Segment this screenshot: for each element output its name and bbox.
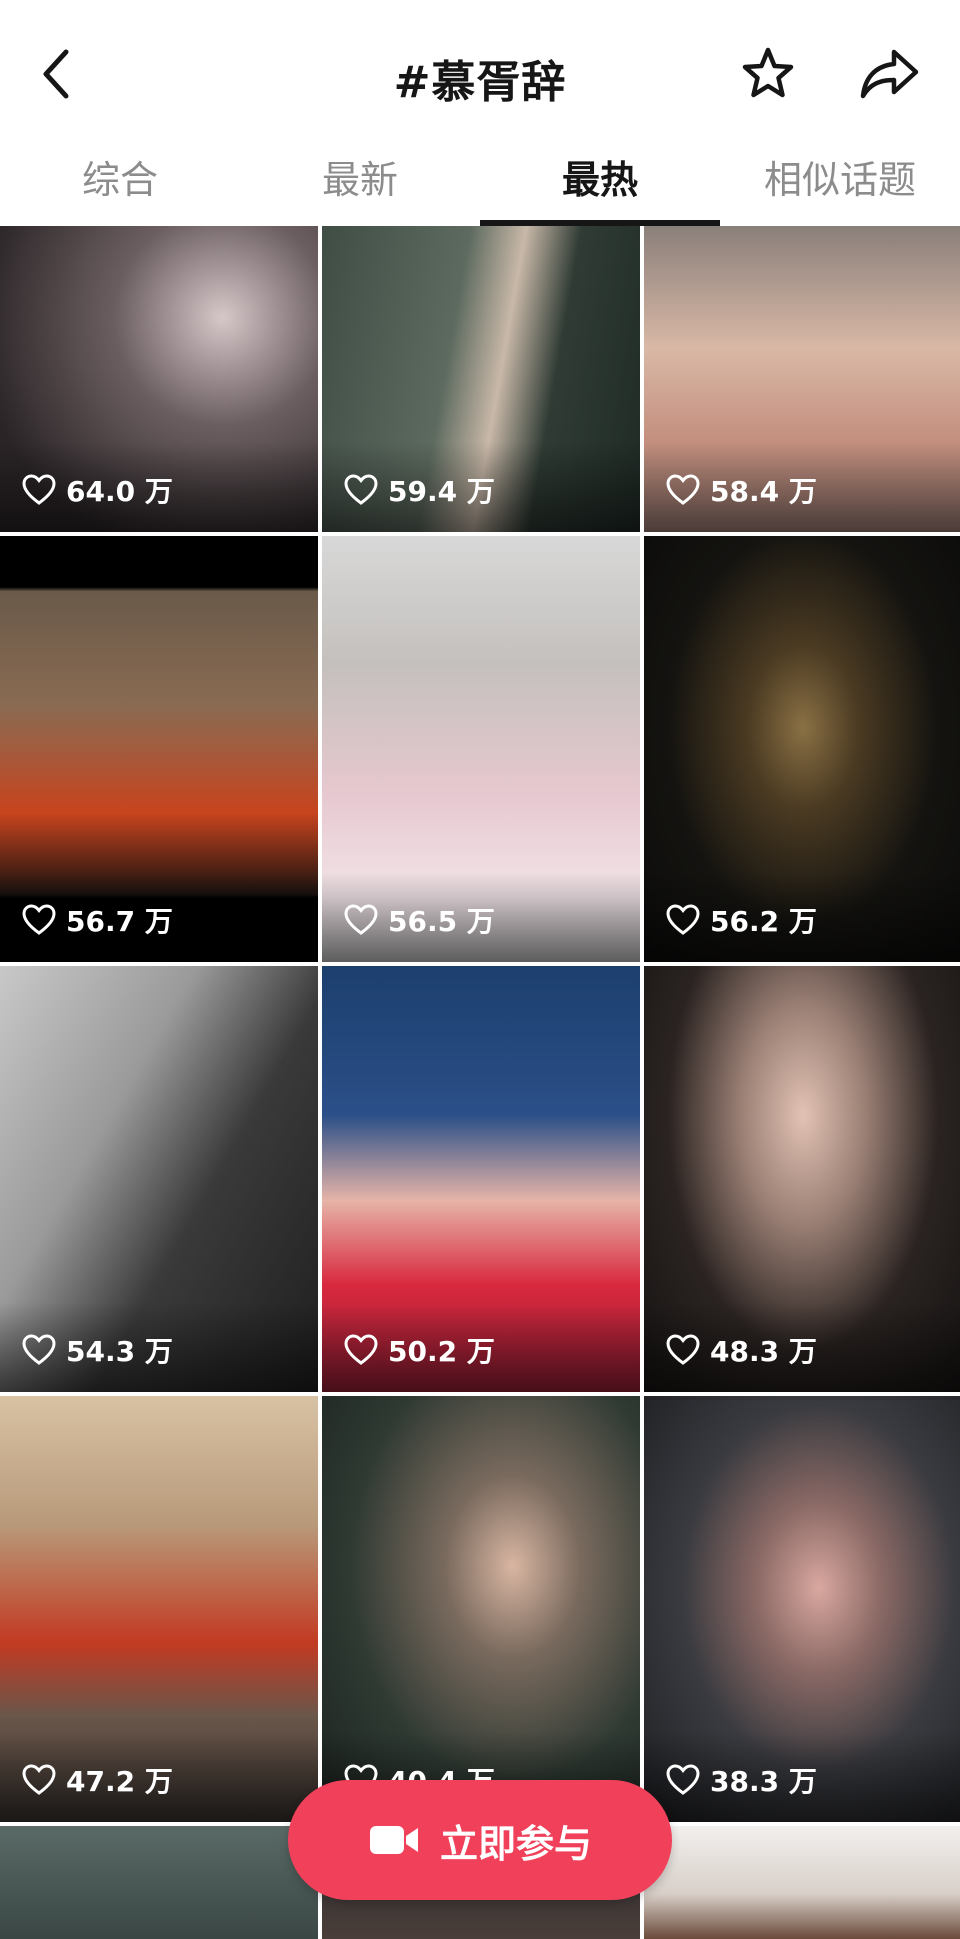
heart-icon xyxy=(666,474,700,505)
tab-comprehensive[interactable]: 综合 xyxy=(0,150,240,226)
like-count: 47.2 万 xyxy=(22,1760,173,1800)
like-count-text: 38.3 万 xyxy=(710,1765,817,1798)
join-now-button[interactable]: 立即参与 xyxy=(288,1780,672,1900)
video-card[interactable] xyxy=(0,1826,318,1939)
heart-icon xyxy=(22,904,56,935)
like-count: 50.2 万 xyxy=(344,1330,495,1370)
video-camera-icon xyxy=(369,1826,418,1854)
video-card[interactable]: 54.3 万 xyxy=(0,966,318,1392)
like-count: 54.3 万 xyxy=(22,1330,173,1370)
heart-icon xyxy=(22,1334,56,1365)
tab-bar: 综合 最新 最热 相似话题 xyxy=(0,150,960,226)
video-card[interactable]: 56.2 万 xyxy=(644,536,960,962)
like-count-text: 64.0 万 xyxy=(66,475,173,508)
heart-icon xyxy=(666,1764,700,1795)
like-count-text: 56.2 万 xyxy=(710,905,817,938)
video-card[interactable]: 58.4 万 xyxy=(644,226,960,532)
video-card[interactable]: 40.4 万 xyxy=(322,1396,640,1822)
heart-icon xyxy=(666,1334,700,1365)
tab-hottest[interactable]: 最热 xyxy=(480,150,720,226)
video-card[interactable]: 48.3 万 xyxy=(644,966,960,1392)
like-count-text: 58.4 万 xyxy=(710,475,817,508)
like-count: 58.4 万 xyxy=(666,470,817,510)
like-count: 59.4 万 xyxy=(344,470,495,510)
heart-icon xyxy=(344,1334,378,1365)
favorite-button[interactable] xyxy=(740,46,796,102)
like-count: 56.5 万 xyxy=(344,900,495,940)
star-icon xyxy=(742,47,794,98)
like-count-text: 56.7 万 xyxy=(66,905,173,938)
share-arrow-icon xyxy=(860,49,919,99)
page-title: #慕胥辞 xyxy=(393,57,567,108)
like-count: 64.0 万 xyxy=(22,470,173,510)
heart-icon xyxy=(666,904,700,935)
like-count: 56.2 万 xyxy=(666,900,817,940)
like-count: 38.3 万 xyxy=(666,1760,817,1800)
like-count: 56.7 万 xyxy=(22,900,173,940)
video-card[interactable]: 56.5 万 xyxy=(322,536,640,962)
video-thumbnail xyxy=(0,1826,318,1939)
video-card[interactable]: 56.7 万 xyxy=(0,536,318,962)
like-count-text: 48.3 万 xyxy=(710,1335,817,1368)
heart-icon xyxy=(344,474,378,505)
like-count-text: 59.4 万 xyxy=(388,475,495,508)
share-button[interactable] xyxy=(858,46,922,102)
video-card[interactable]: 50.2 万 xyxy=(322,966,640,1392)
like-count-text: 47.2 万 xyxy=(66,1765,173,1798)
video-card[interactable]: 59.4 万 xyxy=(322,226,640,532)
top-bar: #慕胥辞 xyxy=(0,0,960,150)
join-now-label: 立即参与 xyxy=(439,1821,592,1866)
tab-similar-topics[interactable]: 相似话题 xyxy=(720,150,960,226)
heart-icon xyxy=(344,904,378,935)
video-grid: 64.0 万 59.4 万 58.4 万 56.7 万 56.5 万 56.2 … xyxy=(0,226,960,1939)
tab-latest[interactable]: 最新 xyxy=(240,150,480,226)
video-thumbnail xyxy=(644,1826,960,1939)
like-count-text: 56.5 万 xyxy=(388,905,495,938)
video-card[interactable]: 47.2 万 xyxy=(0,1396,318,1822)
like-count-text: 54.3 万 xyxy=(66,1335,173,1368)
like-count: 48.3 万 xyxy=(666,1330,817,1370)
video-card[interactable]: 64.0 万 xyxy=(0,226,318,532)
video-card[interactable]: 38.3 万 xyxy=(644,1396,960,1822)
heart-icon xyxy=(22,474,56,505)
like-count-text: 50.2 万 xyxy=(388,1335,495,1368)
video-card[interactable] xyxy=(644,1826,960,1939)
heart-icon xyxy=(22,1764,56,1795)
